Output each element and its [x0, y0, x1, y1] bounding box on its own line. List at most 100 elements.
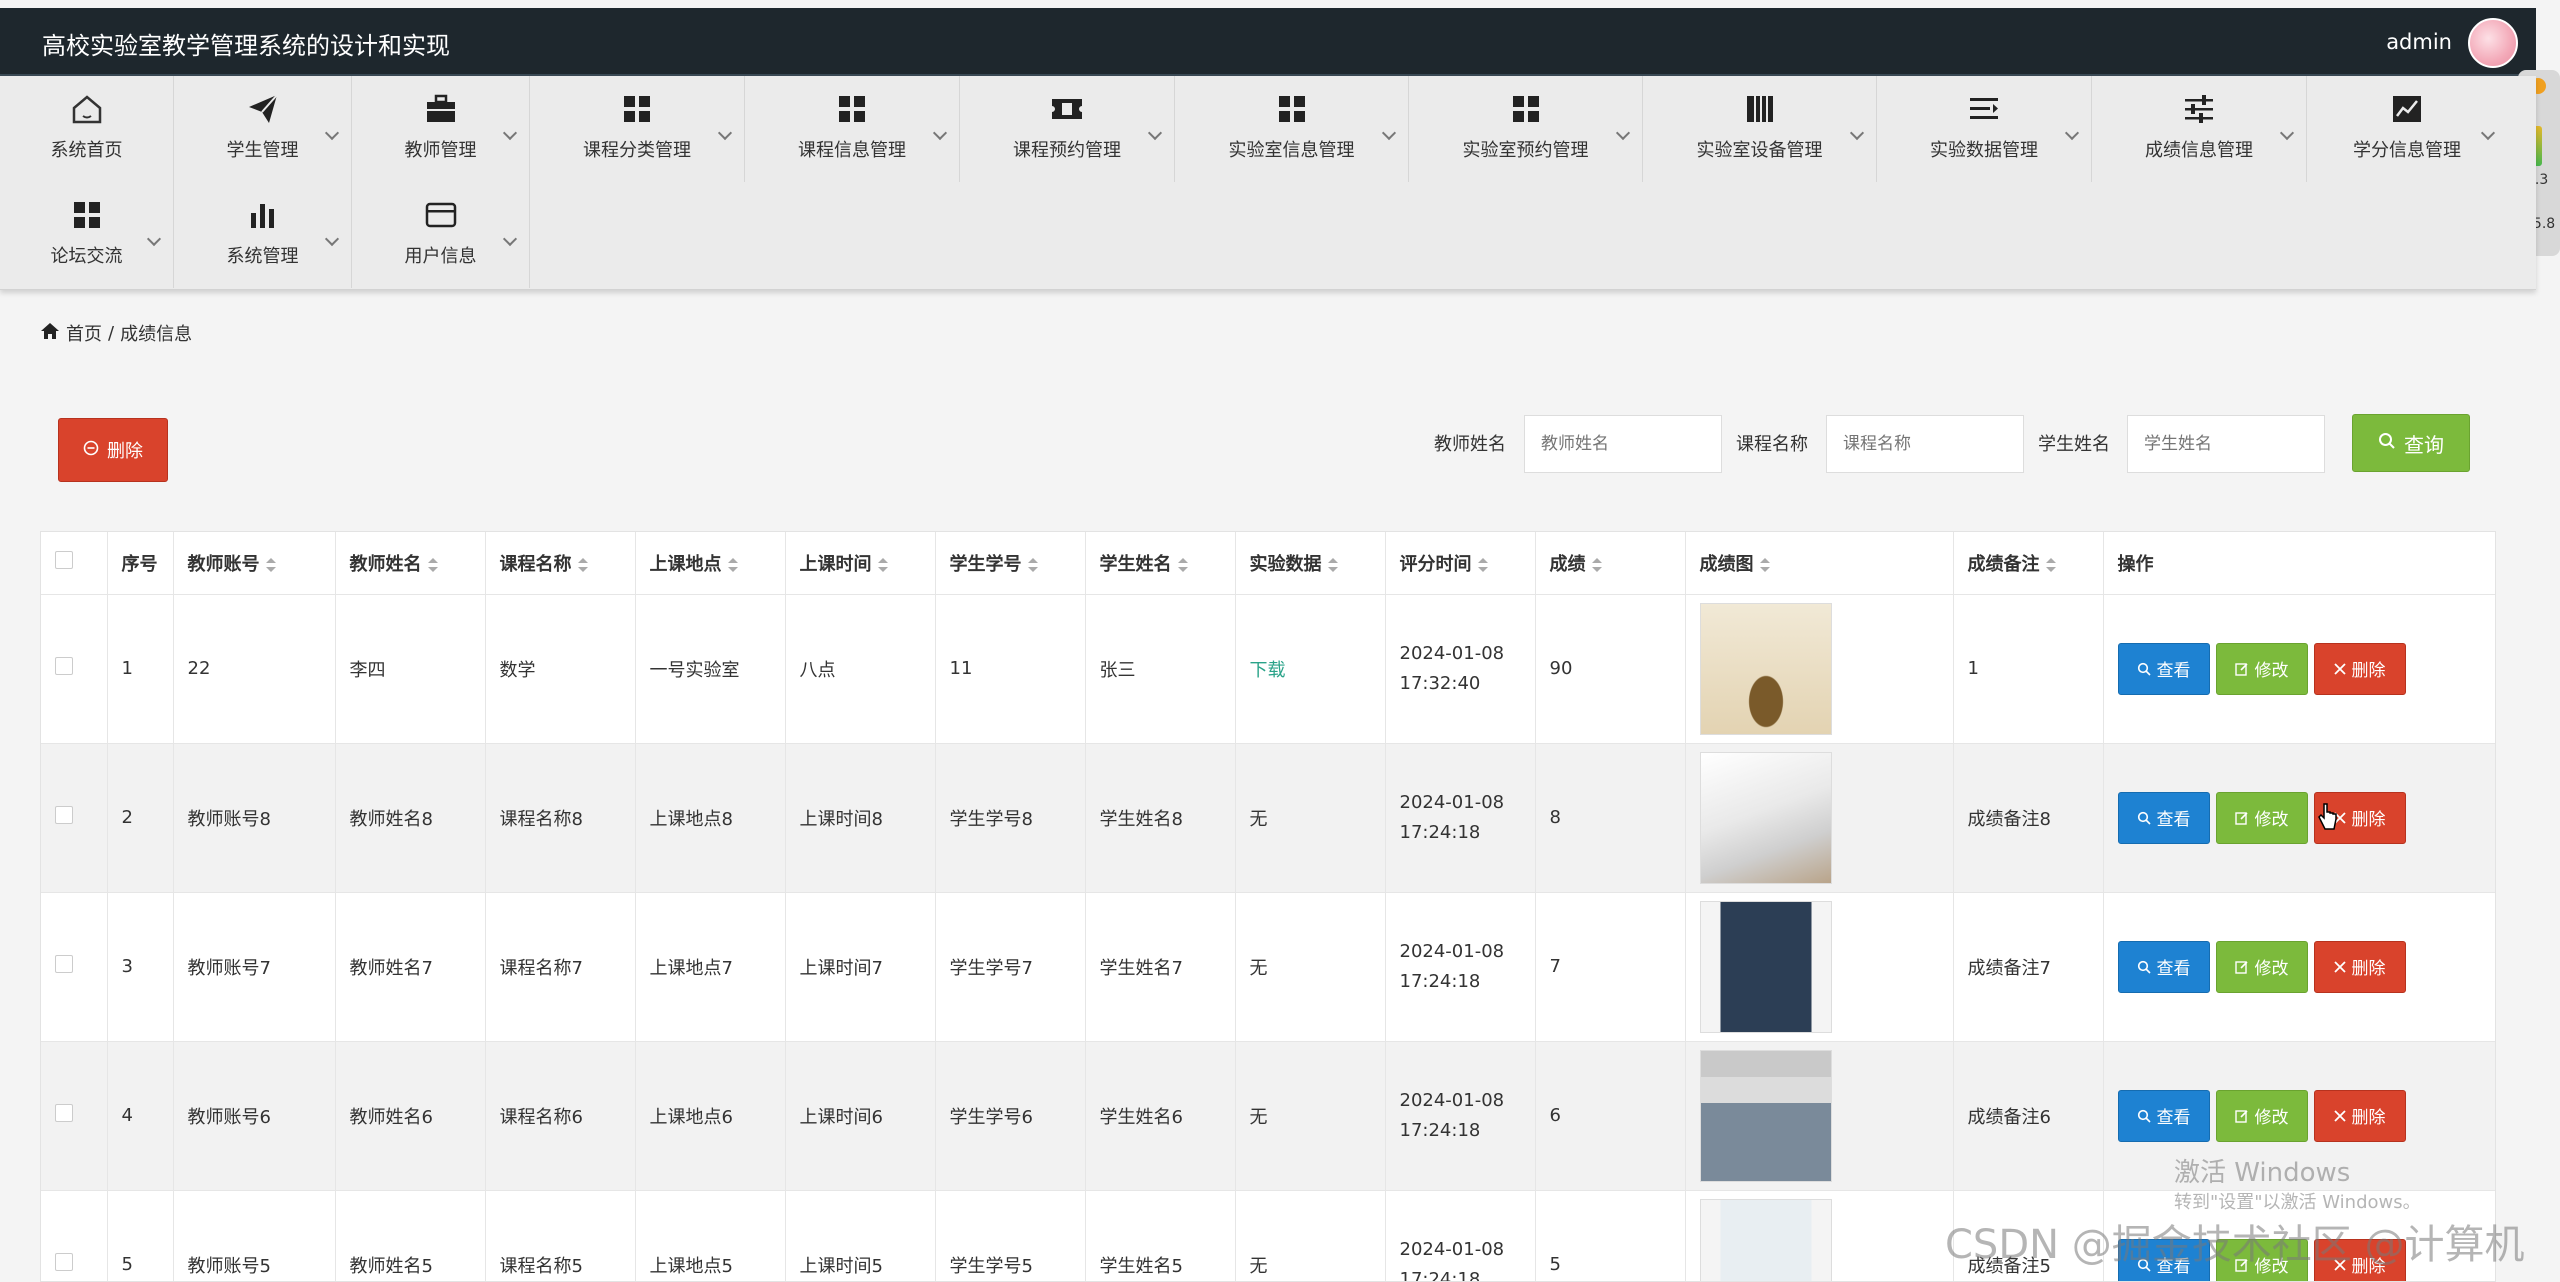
chevron-down-icon — [1381, 125, 1397, 141]
cell-select[interactable] — [41, 743, 108, 893]
edit-button[interactable]: 修改 — [2215, 940, 2308, 993]
sort-icon[interactable] — [2045, 557, 2056, 572]
cell-course: 课程名称7 — [485, 892, 636, 1042]
download-link[interactable]: 下载 — [1250, 660, 1286, 681]
avatar[interactable] — [2468, 18, 2518, 68]
cell-location: 上课地点6 — [635, 1041, 786, 1191]
sort-icon[interactable] — [427, 557, 438, 572]
view-button[interactable]: 查看 — [2117, 940, 2210, 993]
nav-item-system[interactable]: 系统管理 — [174, 182, 352, 288]
cell-select[interactable] — [41, 1190, 108, 1281]
sort-icon[interactable] — [1591, 557, 1602, 572]
cell-select[interactable] — [41, 594, 108, 744]
cell-data: 无 — [1235, 1041, 1386, 1191]
score-image[interactable] — [1699, 900, 1832, 1033]
edit-button[interactable]: 修改 — [2215, 791, 2308, 844]
bar-chart-icon — [244, 196, 282, 234]
nav-item-grade-info[interactable]: 成绩信息管理 — [2092, 76, 2307, 182]
cell-score: 90 — [1535, 594, 1686, 744]
cell-seq: 5 — [107, 1190, 174, 1281]
breadcrumb-home-link[interactable]: 首页 — [66, 320, 102, 346]
nav-item-user-info[interactable]: 用户信息 — [352, 182, 530, 288]
ticket-icon — [1048, 90, 1086, 128]
table-row: 2 教师账号8 教师姓名8 课程名称8 上课地点8 上课时间8 学生学号8 学生姓名8 无 202… — [41, 743, 2495, 893]
cell-score-image — [1685, 594, 1954, 744]
th-location[interactable]: 上课地点 — [635, 532, 786, 595]
th-teacher-name[interactable]: 教师姓名 — [335, 532, 486, 595]
cell-student-id: 学生学号6 — [935, 1041, 1086, 1191]
sort-icon[interactable] — [1477, 557, 1488, 572]
nav-item-home[interactable]: 系统首页 — [0, 76, 174, 182]
cell-teacher-account: 教师账号8 — [173, 743, 336, 893]
nav-item-lab-equipment[interactable]: 实验室设备管理 — [1643, 76, 1877, 182]
sort-icon[interactable] — [877, 557, 888, 572]
th-teacher-account[interactable]: 教师账号 — [173, 532, 336, 595]
cell-select[interactable] — [41, 1041, 108, 1191]
nav-item-experiment-data[interactable]: 实验数据管理 — [1877, 76, 2092, 182]
th-score-time[interactable]: 评分时间 — [1385, 532, 1536, 595]
th-actions: 操作 — [2103, 532, 2495, 595]
nav-item-forum[interactable]: 论坛交流 — [0, 182, 174, 288]
select-all-cell[interactable] — [41, 532, 108, 595]
nav-label: 学生管理 — [226, 140, 299, 161]
row-checkbox[interactable] — [55, 1104, 73, 1122]
nav-item-lab-info[interactable]: 实验室信息管理 — [1175, 76, 1409, 182]
nav-item-course-category[interactable]: 课程分类管理 — [530, 76, 745, 182]
sort-icon[interactable] — [1759, 557, 1770, 572]
nav-item-course-info[interactable]: 课程信息管理 — [745, 76, 960, 182]
th-score[interactable]: 成绩 — [1535, 532, 1686, 595]
sort-icon[interactable] — [265, 557, 276, 572]
view-button[interactable]: 查看 — [2117, 791, 2210, 844]
delete-button[interactable]: 删除 — [2313, 940, 2406, 993]
score-image[interactable] — [1699, 1049, 1832, 1182]
sort-icon[interactable] — [1327, 557, 1338, 572]
mouse-cursor-icon — [2318, 803, 2337, 830]
user-name[interactable]: admin — [2386, 30, 2452, 54]
row-checkbox[interactable] — [55, 1253, 73, 1271]
cell-data: 无 — [1235, 1190, 1386, 1281]
th-course[interactable]: 课程名称 — [485, 532, 636, 595]
teacher-name-input[interactable] — [1524, 415, 1722, 473]
th-score-image[interactable]: 成绩图 — [1685, 532, 1954, 595]
th-student-id[interactable]: 学生学号 — [935, 532, 1086, 595]
th-data[interactable]: 实验数据 — [1235, 532, 1386, 595]
nav-item-credit-info[interactable]: 学分信息管理 — [2307, 76, 2507, 182]
row-checkbox[interactable] — [55, 657, 73, 675]
view-button[interactable]: 查看 — [2117, 642, 2210, 695]
row-checkbox[interactable] — [55, 806, 73, 824]
bulk-delete-button[interactable]: 删除 — [58, 418, 168, 482]
score-image[interactable] — [1699, 602, 1832, 735]
delete-button[interactable]: 删除 — [2313, 642, 2406, 695]
sort-icon[interactable] — [1177, 557, 1188, 572]
course-name-input[interactable] — [1826, 415, 2024, 473]
chevron-down-icon — [2279, 125, 2295, 141]
cell-actions: 查看 修改 删除 — [2103, 892, 2495, 1042]
nav-item-course-booking[interactable]: 课程预约管理 — [960, 76, 1175, 182]
sort-icon[interactable] — [577, 557, 588, 572]
edit-button[interactable]: 修改 — [2215, 1089, 2308, 1142]
edit-button[interactable]: 修改 — [2215, 642, 2308, 695]
table-row: 3 教师账号7 教师姓名7 课程名称7 上课地点7 上课时间7 学生学号7 学生姓名7 无 202… — [41, 892, 2495, 1042]
student-name-input[interactable] — [2127, 415, 2325, 473]
table-header-row: 序号 教师账号 教师姓名 课程名称 上课地点 上课时间 学生学号 学生姓名 实验… — [41, 532, 2495, 595]
sliders-icon — [2180, 90, 2218, 128]
delete-button[interactable]: 删除 — [2313, 1089, 2406, 1142]
nav-label: 学分信息管理 — [2353, 140, 2461, 161]
select-all-checkbox[interactable] — [55, 551, 73, 570]
sort-icon[interactable] — [1027, 557, 1038, 572]
nav-item-lab-booking[interactable]: 实验室预约管理 — [1409, 76, 1643, 182]
nav-item-students[interactable]: 学生管理 — [174, 76, 352, 182]
view-button[interactable]: 查看 — [2117, 1089, 2210, 1142]
score-image[interactable] — [1699, 1198, 1832, 1281]
sort-icon[interactable] — [727, 557, 738, 572]
nav-item-teachers[interactable]: 教师管理 — [352, 76, 530, 182]
th-student-name[interactable]: 学生姓名 — [1085, 532, 1236, 595]
th-remark[interactable]: 成绩备注 — [1953, 532, 2104, 595]
query-button[interactable]: 查询 — [2352, 414, 2470, 472]
cell-teacher-name: 李四 — [335, 594, 486, 744]
search-icon — [2137, 1109, 2151, 1123]
row-checkbox[interactable] — [55, 955, 73, 973]
score-image[interactable] — [1699, 751, 1832, 884]
cell-select[interactable] — [41, 892, 108, 1042]
th-time[interactable]: 上课时间 — [785, 532, 936, 595]
